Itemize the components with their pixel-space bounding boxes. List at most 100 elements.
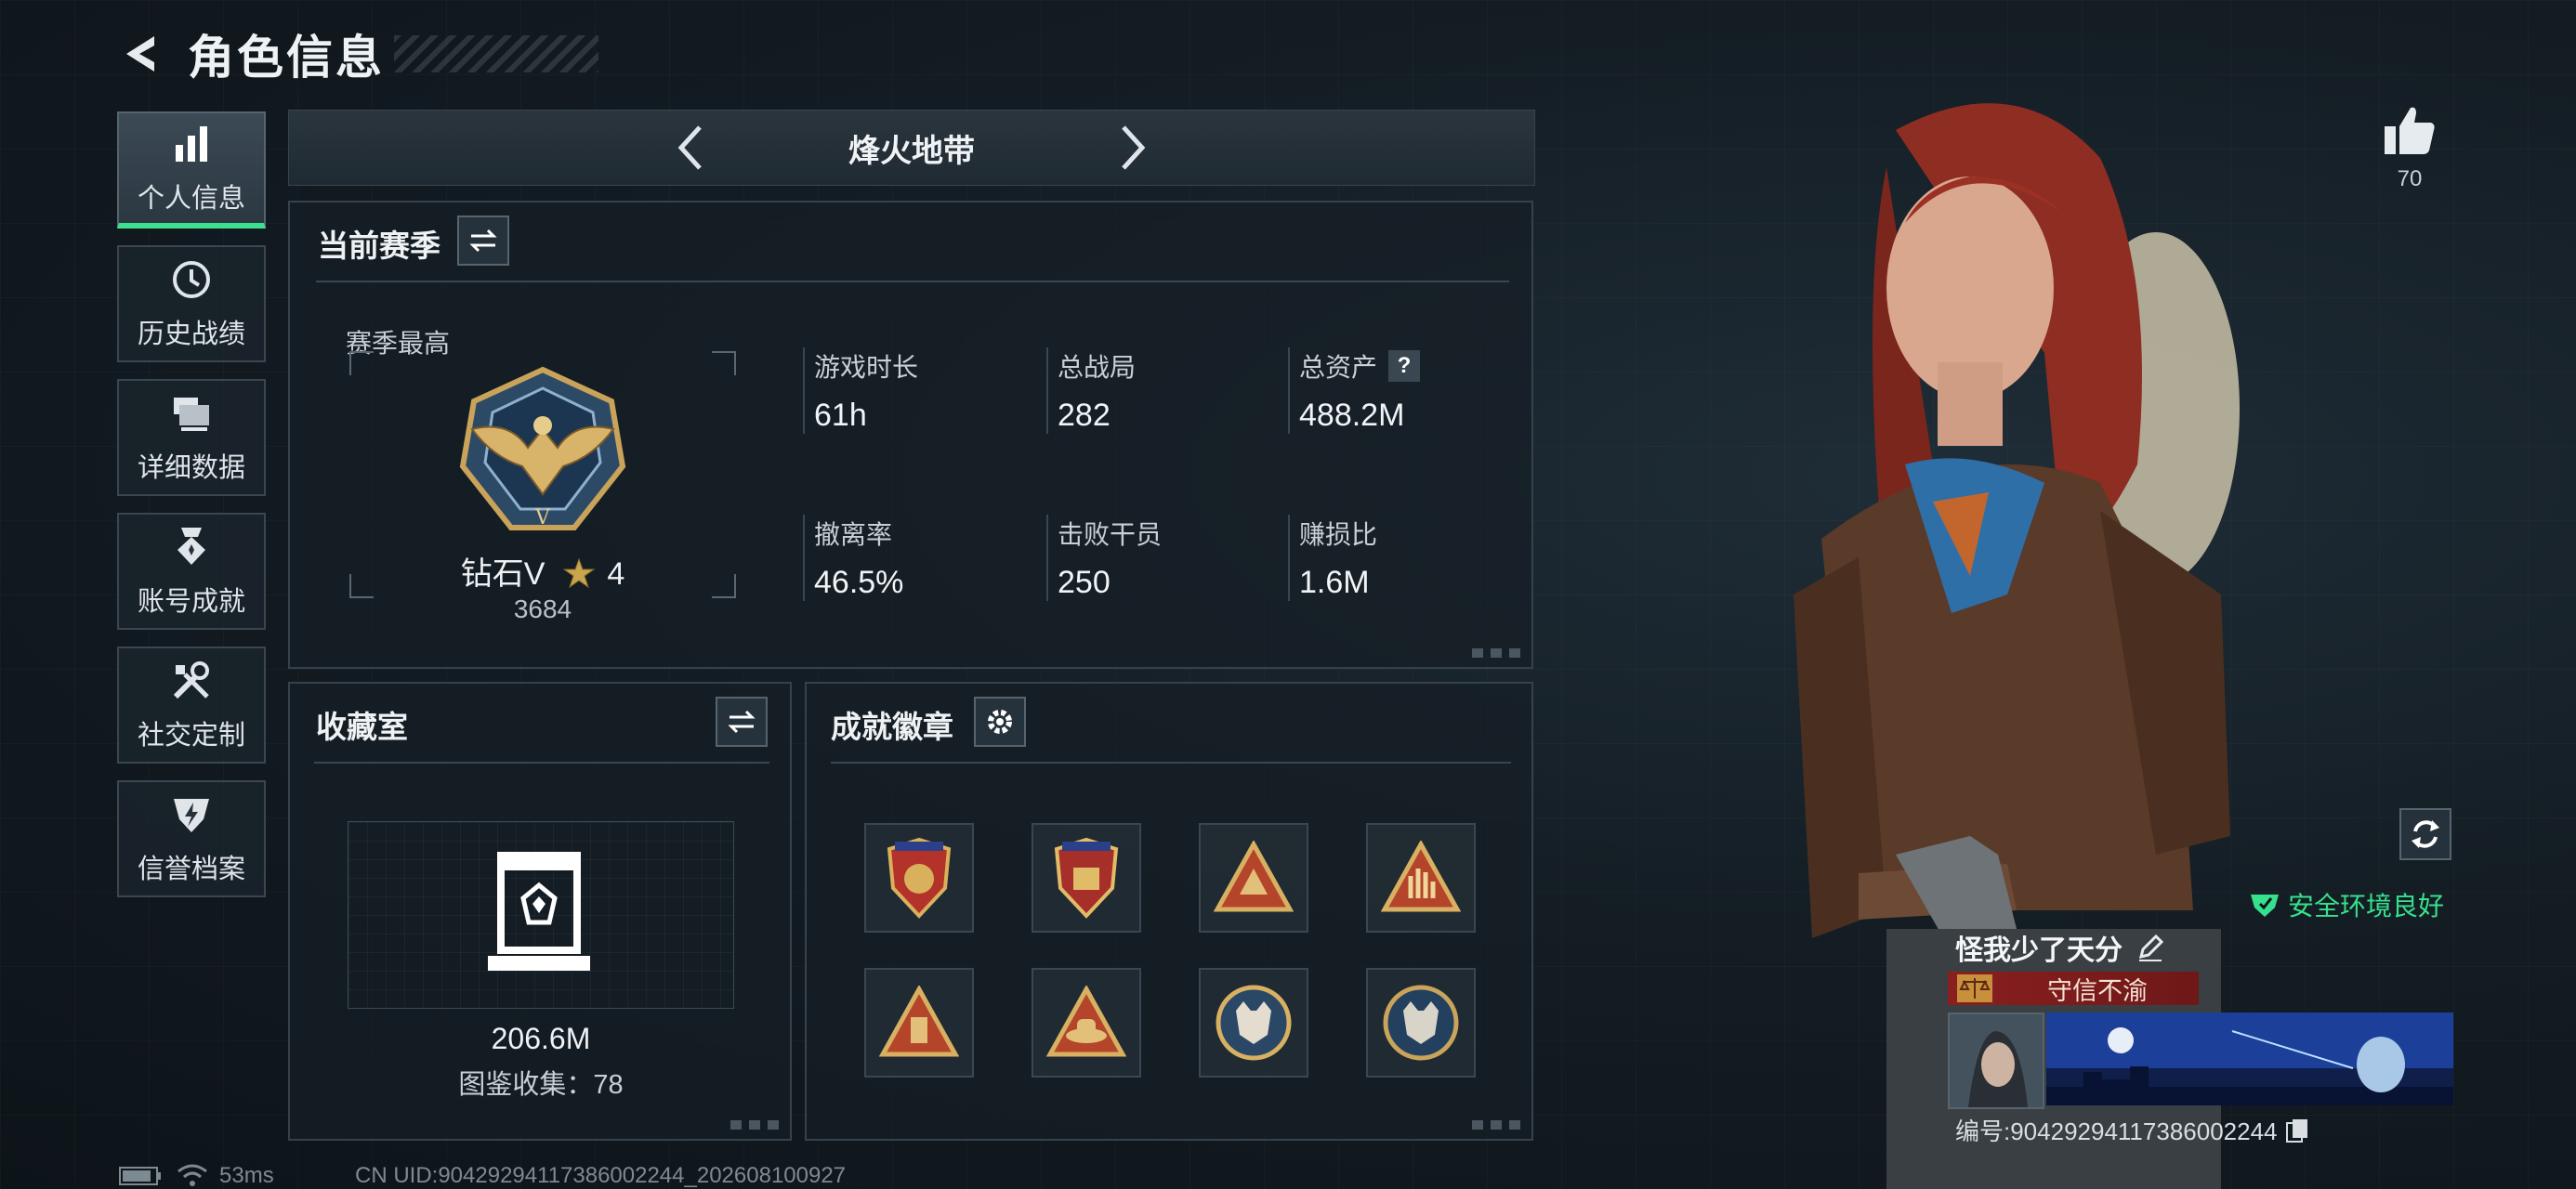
shield-badge-red-icon (887, 837, 952, 919)
collection-display[interactable] (348, 821, 734, 1009)
collection-switch-button[interactable] (716, 697, 768, 747)
rank-frame: V 钻石V 4 3684 (349, 351, 736, 623)
gear-icon (988, 710, 1012, 734)
edit-pencil-icon[interactable] (2136, 933, 2165, 962)
stat-profit-loss: 赚损比 1.6M (1288, 515, 1522, 601)
achievements-title: 成就徽章 (831, 710, 953, 744)
nav-item-label: 信誉档案 (137, 855, 245, 884)
nav-item-credit[interactable]: 信誉档案 (117, 780, 266, 897)
help-icon[interactable]: ? (1388, 350, 1421, 382)
device-status: 53ms (119, 1163, 274, 1189)
history-clock-icon (173, 261, 210, 298)
star-icon (562, 557, 596, 589)
copy-icon[interactable] (2285, 1117, 2309, 1143)
page-title: 角色信息 (188, 32, 385, 84)
panel-corner-mark (1472, 1120, 1520, 1130)
back-arrow-icon[interactable] (119, 31, 165, 77)
circle-badge-wolf-blue-icon (1383, 985, 1459, 1061)
wrench-screwdriver-icon (173, 661, 209, 699)
achievement-badge[interactable] (1032, 968, 1141, 1078)
swap-arrows-icon (728, 710, 756, 734)
nav-item-achievements[interactable]: 账号成就 (117, 513, 266, 630)
nav-item-label: 历史战绩 (137, 320, 245, 349)
collection-panel: 收藏室 206.6M 图鉴收集：78 (288, 682, 792, 1141)
achievement-badge[interactable] (1199, 823, 1308, 933)
rank-name-row: 钻石V 4 (349, 548, 736, 594)
achievements-settings-button[interactable] (974, 697, 1026, 747)
scales-icon (1957, 974, 1992, 1002)
achievement-medal-icon (177, 528, 205, 565)
avatar-portrait-icon (1950, 1014, 2043, 1107)
collection-value: 206.6M (491, 1022, 591, 1055)
environment-status-text: 安全环境良好 (2288, 892, 2445, 921)
achievement-badge[interactable] (864, 823, 974, 933)
stat-label: 总战局 (1058, 353, 1137, 382)
circle-badge-wolf-icon (1216, 985, 1292, 1061)
thumbs-up-icon (2385, 107, 2435, 154)
season-title: 当前赛季 (318, 229, 440, 263)
stat-value: 1.6M (1299, 565, 1370, 600)
like-button[interactable]: 70 (2381, 104, 2438, 192)
rank-diamond-eagle-icon: V (459, 366, 626, 530)
stat-extract-rate: 撤离率 46.5% (803, 515, 1037, 601)
nav-item-history[interactable]: 历史战绩 (117, 245, 266, 362)
current-season-panel: 当前赛季 赛季最高 V 钻石V 4 3684 游戏时长 61h 总战局 282 … (288, 201, 1533, 669)
collection-count: 图鉴收集：78 (458, 1070, 624, 1100)
player-id-row: 编号:90429294117386002244 (1955, 1113, 2309, 1147)
stat-label: 赚损比 (1299, 520, 1378, 549)
profile-banner[interactable] (2046, 1013, 2453, 1105)
achievement-badge[interactable] (1366, 823, 1476, 933)
stat-label-row: 总资产 ? (1299, 347, 1522, 385)
stat-label: 撤离率 (814, 520, 893, 549)
stat-value: 488.2M (1299, 398, 1405, 433)
nav-item-label: 详细数据 (137, 453, 245, 483)
achievement-badge[interactable] (1032, 823, 1141, 933)
stat-total-assets: 总资产 ? 488.2M (1288, 347, 1522, 434)
folder-icon (174, 398, 209, 431)
shield-badge-gold-icon (1054, 837, 1119, 919)
player-name: 怪我少了天分 (1955, 935, 2123, 966)
nav-item-label: 社交定制 (137, 721, 245, 751)
stat-value: 250 (1058, 565, 1111, 600)
avatar[interactable] (1948, 1013, 2044, 1109)
stat-value: 282 (1058, 398, 1111, 433)
title-decoration (394, 35, 598, 72)
swap-arrows-icon (469, 229, 497, 253)
bar-chart-icon (176, 126, 207, 162)
shield-lightning-icon (174, 799, 209, 832)
achievement-badge[interactable] (1366, 968, 1476, 1078)
stat-label: 游戏时长 (814, 353, 919, 382)
collection-title: 收藏室 (316, 710, 408, 744)
chevron-right-icon[interactable] (1114, 120, 1151, 176)
triangle-badge-hat-icon (1046, 986, 1126, 1057)
season-divider (316, 281, 1509, 282)
uid-text: CN UID:90429294117386002244_202608100927 (355, 1163, 847, 1188)
stat-label: 总资产 (1299, 353, 1378, 382)
sidebar-nav: 个人信息 历史战绩 详细数据 账号成就 社交定制 信誉档案 (117, 111, 269, 914)
nav-item-detailed-data[interactable]: 详细数据 (117, 379, 266, 496)
nav-item-personal-info[interactable]: 个人信息 (117, 111, 266, 229)
chevron-left-icon[interactable] (672, 120, 709, 176)
honor-text: 守信不渝 (2047, 976, 2148, 1005)
triangle-badge-gold-icon (1214, 841, 1294, 912)
season-switch-button[interactable] (457, 216, 509, 266)
stat-value: 61h (814, 398, 867, 433)
stat-label: 击败干员 (1058, 520, 1163, 549)
honor-banner: 守信不渝 (1948, 972, 2199, 1005)
wifi-icon (177, 1164, 207, 1186)
panel-corner-mark (730, 1120, 779, 1130)
triangle-badge-flag-icon (879, 986, 959, 1057)
achievement-badge[interactable] (864, 968, 974, 1078)
like-count: 70 (2397, 166, 2423, 191)
environment-status: 安全环境良好 (2249, 886, 2444, 923)
panel-corner-mark (1472, 648, 1520, 658)
nav-item-social-custom[interactable]: 社交定制 (117, 647, 266, 764)
achievements-panel: 成就徽章 (805, 682, 1533, 1141)
shield-check-icon (2251, 895, 2279, 917)
collection-divider (314, 762, 769, 764)
battery-icon (119, 1167, 161, 1185)
rank-name: 钻石V (460, 556, 545, 592)
refresh-button[interactable] (2399, 808, 2451, 860)
achievement-badge[interactable] (1199, 968, 1308, 1078)
stat-play-time: 游戏时长 61h (803, 347, 1037, 434)
